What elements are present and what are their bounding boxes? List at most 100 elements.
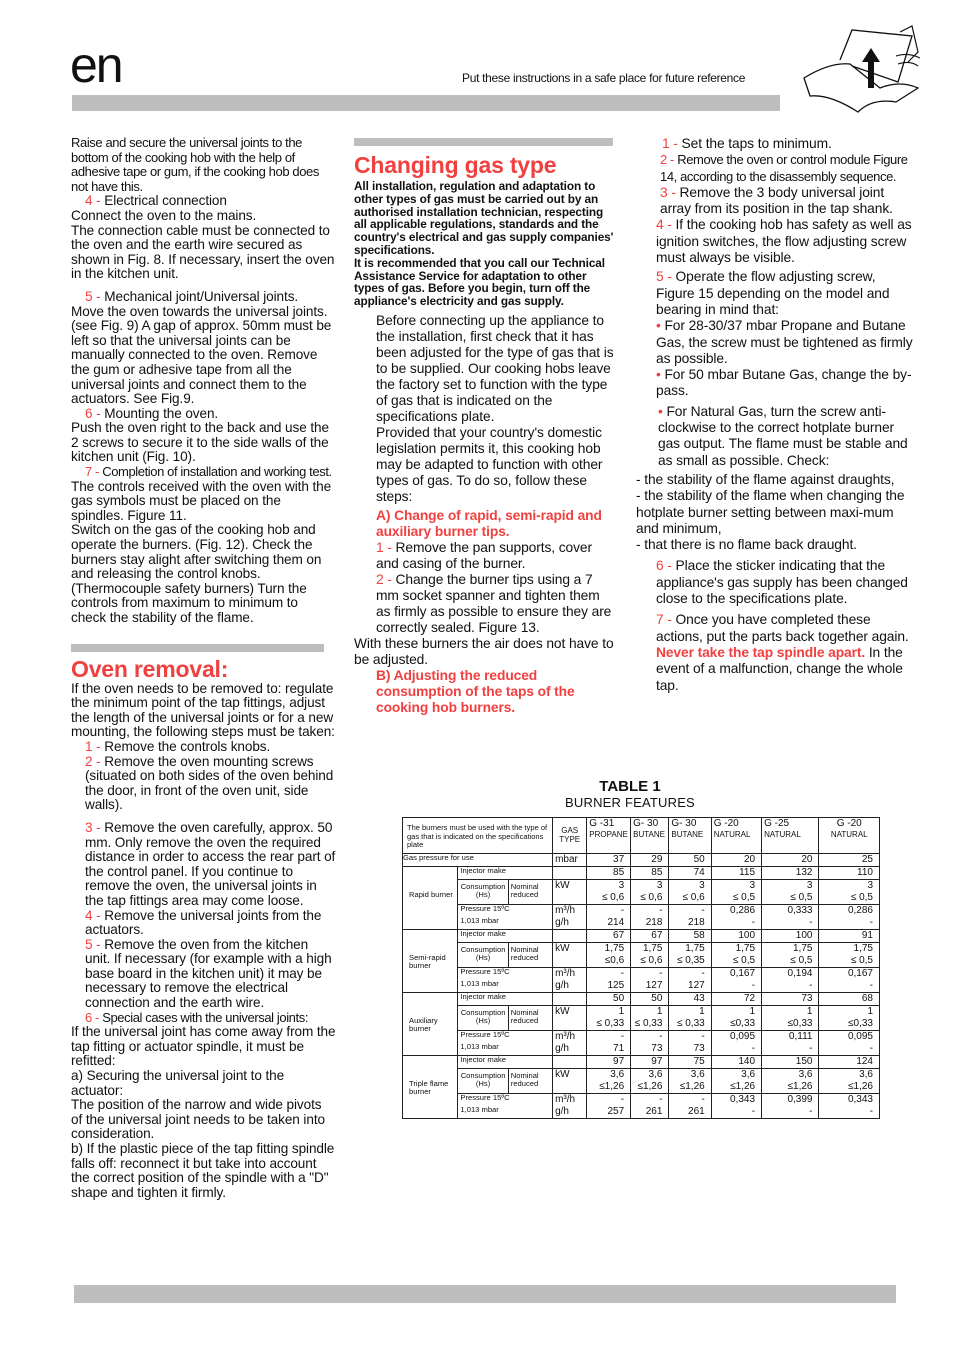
column-installation: Raise and secure the universal joints to… xyxy=(71,135,336,1200)
gh-value: 71 xyxy=(613,1043,625,1054)
burner-pressure-row: Pressure 15ºC 1,013 mbar m³/h g/h -214-218-2… xyxy=(403,904,880,930)
step-number: 5 - xyxy=(656,269,672,285)
step-text: Remove the oven from the kitchen unit. I… xyxy=(85,936,332,1011)
mbar-label: 1,013 mbar xyxy=(460,979,499,988)
m3h-value: - xyxy=(620,905,625,916)
step-title: Electrical connection xyxy=(104,193,227,209)
step-text: Switch on the gas of the cooking hob and… xyxy=(71,522,322,625)
reduced-value: ≤ 0,35 xyxy=(676,955,705,966)
m3h-unit: m³/h xyxy=(555,1094,576,1105)
gh-unit: g/h xyxy=(555,1106,569,1117)
table-cell: 115 xyxy=(710,866,763,880)
column-header: G -20 NATURAL xyxy=(818,817,880,854)
nominal-value: 3 xyxy=(806,880,813,891)
unit-label xyxy=(552,1055,588,1069)
step-text: Remove the oven or control module Figure… xyxy=(660,152,908,184)
m3h-value: - xyxy=(620,968,625,979)
unit-label: m³/h g/h xyxy=(552,904,588,930)
step-number: 1 - xyxy=(662,136,678,151)
burner-name: Semi-rapid burner xyxy=(401,929,459,993)
table-cell: 58 xyxy=(668,929,712,943)
unit-label xyxy=(552,929,588,943)
header-note: The burners must be used with the type o… xyxy=(401,817,554,854)
column-changing-gas: Changing gas type All installation, regu… xyxy=(354,131,616,716)
m3h-value: 0,286 xyxy=(730,905,756,916)
table-cell: 100 xyxy=(761,929,820,943)
gh-value: 257 xyxy=(607,1106,625,1117)
table-cell: 3 ≤ 0,5 xyxy=(761,879,820,905)
nominal-value: 1 xyxy=(699,1006,705,1017)
gh-value: - xyxy=(751,1106,756,1117)
gas-pressure-row: Gas pressure for use mbar 37 29 50 20 20… xyxy=(401,853,880,867)
section-a-heading: A) Change of rapid, semi-rapid and auxil… xyxy=(376,507,602,539)
table-cell: 110 xyxy=(818,866,880,880)
table-cell: 0,286- xyxy=(710,904,763,930)
check-item: - the stability of the flame when changi… xyxy=(636,488,905,536)
gh-value: 261 xyxy=(688,1106,705,1117)
table-cell: 0,167- xyxy=(818,967,880,993)
table-cell: 91 xyxy=(818,929,880,943)
table-cell: -73 xyxy=(668,1030,712,1056)
table-cell: 0,167- xyxy=(710,967,763,993)
gh-value: - xyxy=(809,1106,813,1117)
unit-label: kW xyxy=(552,942,588,968)
m3h-unit: m³/h xyxy=(555,968,576,979)
step-number: 5 - xyxy=(85,936,101,952)
gh-unit: g/h xyxy=(555,1043,569,1054)
step-text: Special cases with the universal joints: xyxy=(102,1009,309,1025)
step-number: 3 - xyxy=(85,819,101,835)
gh-value: 218 xyxy=(645,917,663,928)
table-cell: 1 ≤ 0,33 xyxy=(668,1005,712,1031)
table-cell: 0,333- xyxy=(761,904,820,930)
table-cell: 3 ≤ 0,6 xyxy=(586,879,632,905)
section-divider-bar xyxy=(354,138,613,146)
bullet: • xyxy=(658,403,663,419)
gh-value: - xyxy=(809,980,813,991)
burner-name: Auxiliary burner xyxy=(401,992,459,1056)
step-text: Remove the oven mounting screws (situate… xyxy=(85,753,334,813)
table-cell: 100 xyxy=(710,929,763,943)
step-text: If the universal joint has come away fro… xyxy=(71,1024,336,1069)
unit-label: kW xyxy=(552,879,588,905)
step-text: Connect the oven to the mains. xyxy=(71,207,257,223)
m3h-value: 0,111 xyxy=(788,1031,813,1042)
burner-features-table: The burners must be used with the type o… xyxy=(401,817,880,1119)
step-number: 6 - xyxy=(85,405,101,421)
table-cell: 20 xyxy=(761,853,820,867)
table-cell: -218 xyxy=(630,904,670,930)
table-cell: 0,343- xyxy=(710,1093,763,1119)
gh-value: 73 xyxy=(693,1043,705,1054)
table-cell: -73 xyxy=(630,1030,670,1056)
m3h-value: - xyxy=(620,1094,625,1105)
table-cell: 67 xyxy=(586,929,632,943)
step-number: 1 - xyxy=(376,539,392,555)
reduced-value: ≤1,26 xyxy=(787,1081,813,1092)
column-header: G -31 PROPANE xyxy=(586,817,632,854)
table-cell: 1,75 ≤ 0,6 xyxy=(630,942,670,968)
table-cell: 85 xyxy=(630,866,670,880)
bullet: • xyxy=(656,318,661,334)
column-header: G- 30 BUTANE xyxy=(668,817,712,854)
m3h-value: 0,333 xyxy=(787,905,813,916)
m3h-value: - xyxy=(701,968,705,979)
m3h-value: - xyxy=(659,1031,663,1042)
row-label: Pressure 15ºC 1,013 mbar xyxy=(457,904,554,930)
table-cell: 1,75 ≤ 0,5 xyxy=(710,942,763,968)
table-cell: 1 ≤0,33 xyxy=(761,1005,820,1031)
gh-value: - xyxy=(869,1043,873,1054)
table-cell: 73 xyxy=(761,992,820,1006)
book-page-arrow-icon xyxy=(803,25,921,113)
row-label: Consumption (Hs) xyxy=(457,879,509,905)
burner-name: Rapid burner xyxy=(401,866,459,930)
warning-text: All installation, regulation and adaptat… xyxy=(354,179,614,257)
row-label: Pressure 15ºC 1,013 mbar xyxy=(457,1030,554,1056)
unit-label: kW xyxy=(552,1068,588,1094)
step-number: 3 - xyxy=(660,184,676,200)
gh-value: - xyxy=(751,917,756,928)
table-cell: 1 ≤0,33 xyxy=(710,1005,763,1031)
step-text: Once you have completed these actions, p… xyxy=(656,612,909,644)
bullet-text: For 28-30/37 mbar Propane and Butane Gas… xyxy=(656,318,913,366)
m3h-value: 0,095 xyxy=(847,1031,873,1042)
gh-value: 73 xyxy=(651,1043,663,1054)
table-cell: 1 ≤ 0,33 xyxy=(630,1005,670,1031)
